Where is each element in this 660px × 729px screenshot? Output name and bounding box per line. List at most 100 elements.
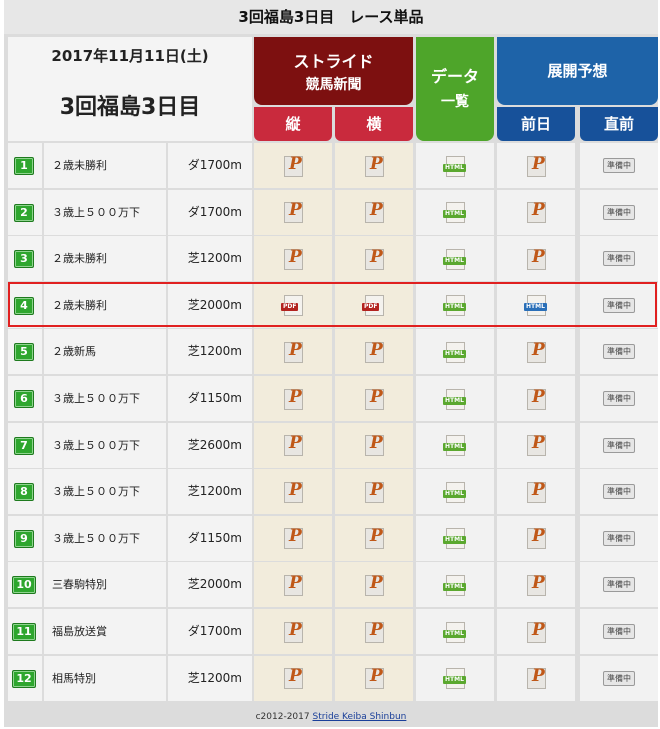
p-file-icon[interactable]: P — [281, 154, 305, 177]
p-file-icon[interactable]: P — [281, 433, 305, 457]
race-row-9: 9 ３歳上５００万下 ダ1150m P P HTML P 準備中 — [8, 515, 658, 561]
vertical-pdf-cell: P — [254, 469, 332, 515]
html-file-icon[interactable]: HTML — [443, 668, 467, 690]
just-before-cell: 準備中 — [580, 515, 658, 561]
preparing-badge: 準備中 — [603, 158, 635, 173]
race-distance: ダ1700m — [168, 189, 252, 235]
p-file-icon[interactable]: P — [281, 526, 305, 550]
prev-day-cell: P — [497, 143, 575, 188]
prev-day-cell: P — [497, 376, 575, 421]
p-file-icon[interactable]: P — [362, 387, 386, 410]
html-file-icon[interactable]: HTML — [443, 574, 467, 596]
data-html-cell: HTML — [416, 329, 494, 375]
html-file-icon[interactable]: HTML — [443, 621, 467, 643]
keiba-shinbun-label: 競馬新聞 — [305, 77, 362, 93]
html-file-icon[interactable]: HTML — [443, 295, 467, 317]
race-name: ２歳未勝利 — [44, 282, 166, 328]
p-file-icon[interactable]: P — [362, 526, 386, 550]
race-date: 2017年11月11日(土) — [51, 47, 209, 65]
race-number-badge: 5 — [14, 343, 34, 362]
p-file-icon[interactable]: P — [524, 573, 548, 596]
p-file-icon[interactable]: P — [362, 200, 386, 224]
p-file-icon[interactable]: P — [362, 620, 386, 643]
p-file-icon[interactable]: P — [362, 247, 386, 270]
html-file-icon[interactable]: HTML — [443, 481, 467, 503]
p-file-icon[interactable]: P — [281, 480, 305, 503]
race-row-11: 11 福島放送賞 ダ1700m P P HTML P 準備中 — [8, 609, 658, 654]
vertical-pdf-cell: P — [254, 143, 332, 188]
p-file-icon[interactable]: P — [362, 573, 386, 596]
race-number-cell: 10 — [8, 562, 42, 608]
p-file-icon[interactable]: P — [524, 200, 548, 224]
html-file-icon[interactable]: HTML — [524, 295, 548, 317]
p-file-icon[interactable]: P — [281, 387, 305, 410]
race-distance: ダ1150m — [168, 515, 252, 561]
html-file-icon[interactable]: HTML — [443, 388, 467, 410]
stride-keiba-link[interactable]: Stride Keiba Shinbun — [313, 712, 407, 722]
html-file-icon[interactable]: HTML — [443, 248, 467, 270]
html-file-icon[interactable]: HTML — [443, 341, 467, 363]
race-number-badge: 11 — [12, 623, 36, 641]
vertical-pdf-cell: P — [254, 655, 332, 701]
preparing-badge: 準備中 — [603, 391, 635, 406]
vertical-pdf-cell: P — [254, 515, 332, 561]
meeting-name: 3回福島3日目 — [59, 95, 201, 120]
list-label: 一覧 — [441, 94, 469, 110]
data-html-cell: HTML — [416, 143, 494, 188]
just-before-cell: 準備中 — [580, 282, 658, 328]
preparing-badge: 準備中 — [603, 297, 635, 313]
html-file-icon[interactable]: HTML — [443, 435, 467, 457]
race-row-5: 5 ２歳新馬 芝1200m P P HTML P 準備中 — [8, 329, 658, 375]
p-file-icon[interactable]: P — [362, 480, 386, 503]
data-html-cell: HTML — [416, 376, 494, 421]
p-file-icon[interactable]: P — [524, 433, 548, 457]
p-file-icon[interactable]: P — [281, 666, 305, 690]
p-file-icon[interactable]: P — [524, 620, 548, 643]
p-file-icon[interactable]: P — [362, 433, 386, 457]
p-file-icon[interactable]: P — [524, 154, 548, 177]
meeting-header: 2017年11月11日(土) 3回福島3日目 — [8, 37, 252, 141]
p-file-icon[interactable]: P — [281, 247, 305, 270]
data-html-cell: HTML — [416, 189, 494, 235]
race-number-cell: 9 — [8, 515, 42, 561]
preparing-badge: 準備中 — [603, 344, 635, 360]
p-file-icon[interactable]: P — [362, 154, 386, 177]
p-file-icon[interactable]: P — [524, 387, 548, 410]
prev-day-cell: P — [497, 562, 575, 608]
p-file-icon[interactable]: P — [524, 666, 548, 690]
p-file-icon[interactable]: P — [524, 247, 548, 270]
race-name: ３歳上５００万下 — [44, 515, 166, 561]
html-file-icon[interactable]: HTML — [443, 155, 467, 177]
p-file-icon[interactable]: P — [524, 526, 548, 550]
p-file-icon[interactable]: P — [524, 480, 548, 503]
page-title: 3回福島3日目 レース単品 — [4, 0, 658, 34]
p-file-icon[interactable]: P — [281, 340, 305, 363]
race-number-badge: 8 — [14, 483, 34, 502]
vertical-pdf-cell: P — [254, 562, 332, 608]
p-file-icon[interactable]: P — [281, 573, 305, 596]
race-distance: 芝1200m — [168, 469, 252, 515]
race-name: ２歳新馬 — [44, 329, 166, 375]
p-file-icon[interactable]: P — [281, 620, 305, 643]
race-name: 三春駒特別 — [44, 562, 166, 608]
horizontal-pdf-cell: P — [335, 329, 413, 375]
p-file-icon[interactable]: P — [362, 340, 386, 363]
just-before-cell: 準備中 — [580, 469, 658, 515]
html-file-icon[interactable]: HTML — [443, 528, 467, 550]
race-number-cell: 1 — [8, 143, 42, 188]
race-row-12: 12 相馬特別 芝1200m P P HTML P 準備中 — [8, 655, 658, 701]
pdf-icon[interactable]: PDF — [362, 295, 386, 317]
prev-day-cell: HTML — [497, 282, 575, 328]
just-before-cell: 準備中 — [580, 236, 658, 282]
html-file-icon[interactable]: HTML — [443, 202, 467, 224]
race-row-8: 8 ３歳上５００万下 芝1200m P P HTML P 準備中 — [8, 469, 658, 515]
race-name: ３歳上５００万下 — [44, 189, 166, 235]
race-distance: ダ1700m — [168, 609, 252, 654]
pdf-icon[interactable]: PDF — [281, 295, 305, 317]
p-file-icon[interactable]: P — [362, 666, 386, 690]
horizontal-pdf-cell: P — [335, 143, 413, 188]
data-html-cell: HTML — [416, 422, 494, 468]
p-file-icon[interactable]: P — [281, 200, 305, 224]
p-file-icon[interactable]: P — [524, 340, 548, 363]
preparing-badge: 準備中 — [603, 530, 635, 546]
